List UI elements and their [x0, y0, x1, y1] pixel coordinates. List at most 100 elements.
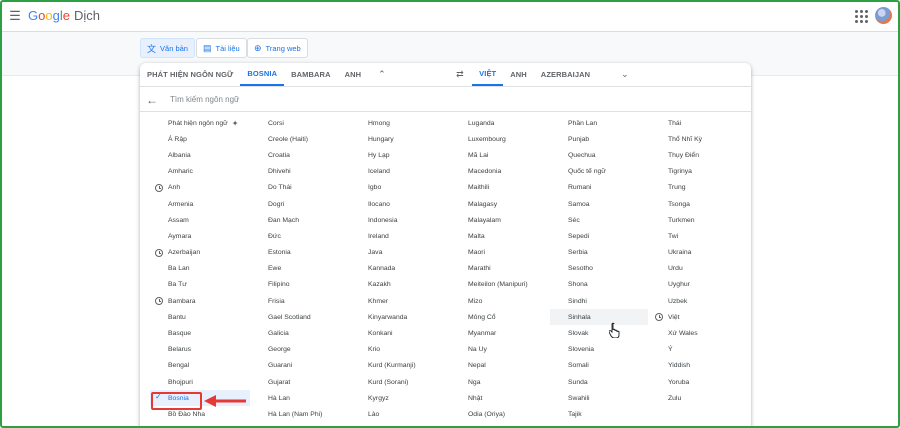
- language-option-frisia[interactable]: Frisia: [250, 293, 350, 309]
- arrow-back-icon[interactable]: ←: [140, 93, 164, 107]
- text-mode-button[interactable]: 文 Văn bản: [140, 38, 195, 58]
- language-option-ha-lan[interactable]: Hà Lan: [250, 390, 350, 406]
- language-option-uyghur[interactable]: Uyghur: [650, 277, 750, 293]
- language-option-konkani[interactable]: Konkani: [350, 325, 450, 341]
- language-option-zulu[interactable]: Zulu: [650, 390, 750, 406]
- language-option-serbia[interactable]: Serbia: [550, 245, 650, 261]
- language-option-guarani[interactable]: Guarani: [250, 358, 350, 374]
- language-option-basque[interactable]: Basque: [150, 325, 250, 341]
- language-option-ba-tu[interactable]: Ba Tư: [150, 277, 250, 293]
- language-option-malagasy[interactable]: Malagasy: [450, 196, 550, 212]
- language-option-tigrinya[interactable]: Tigrinya: [650, 164, 750, 180]
- language-option-malayalam[interactable]: Malayalam: [450, 212, 550, 228]
- app-logo[interactable]: Google Dịch: [28, 8, 100, 23]
- language-option-khmer[interactable]: Khmer: [350, 293, 450, 309]
- language-option-nepal[interactable]: Nepal: [450, 358, 550, 374]
- language-option-ba-lan[interactable]: Ba Lan: [150, 261, 250, 277]
- language-option-dogri[interactable]: Dogri: [250, 196, 350, 212]
- language-option-armenia[interactable]: Armenia: [150, 196, 250, 212]
- google-apps-icon[interactable]: [852, 7, 870, 25]
- language-option-java[interactable]: Java: [350, 245, 450, 261]
- language-option-rumani[interactable]: Rumani: [550, 180, 650, 196]
- language-option-uzbek[interactable]: Uzbek: [650, 293, 750, 309]
- tab-detect-language[interactable]: PHÁT HIỆN NGÔN NGỮ: [140, 63, 240, 86]
- language-option-do-thai[interactable]: Do Thái: [250, 180, 350, 196]
- language-option-lao[interactable]: Lào: [350, 406, 450, 422]
- tab-source-bosnia[interactable]: BOSNIA: [240, 63, 285, 86]
- swap-icon[interactable]: ⇄: [446, 63, 472, 86]
- language-option-na-uy[interactable]: Na Uy: [450, 342, 550, 358]
- language-option-azerbaijan[interactable]: Azerbaijan: [150, 245, 250, 261]
- language-option-iceland[interactable]: Iceland: [350, 164, 450, 180]
- language-option-bantu[interactable]: Bantu: [150, 309, 250, 325]
- language-option-viet[interactable]: Việt: [650, 309, 750, 325]
- language-option-luxembourg[interactable]: Luxembourg: [450, 131, 550, 147]
- language-option-dhivehi[interactable]: Dhivehi: [250, 164, 350, 180]
- language-option-ilocano[interactable]: Ilocano: [350, 196, 450, 212]
- language-option-belarus[interactable]: Belarus: [150, 342, 250, 358]
- language-option-meiteilon-manipuri[interactable]: Meiteilon (Manipuri): [450, 277, 550, 293]
- language-option-kyrgyz[interactable]: Kyrgyz: [350, 390, 450, 406]
- language-option-nhat[interactable]: Nhật: [450, 390, 550, 406]
- language-option-ireland[interactable]: Ireland: [350, 228, 450, 244]
- language-option-bengal[interactable]: Bengal: [150, 358, 250, 374]
- avatar[interactable]: [875, 7, 892, 24]
- language-option-macedonia[interactable]: Macedonia: [450, 164, 550, 180]
- language-option-galicia[interactable]: Galicia: [250, 325, 350, 341]
- language-option-slovak[interactable]: Slovak: [550, 325, 650, 341]
- language-option-phan-lan[interactable]: Phần Lan: [550, 115, 650, 131]
- language-option-samoa[interactable]: Samoa: [550, 196, 650, 212]
- language-option-sinhala[interactable]: Sinhala: [550, 309, 648, 326]
- website-mode-button[interactable]: ⊕ Trang web: [247, 38, 308, 58]
- language-option-filipino[interactable]: Filipino: [250, 277, 350, 293]
- language-option-assam[interactable]: Assam: [150, 212, 250, 228]
- tab-source-english[interactable]: ANH: [338, 63, 369, 86]
- language-option-krio[interactable]: Krio: [350, 342, 450, 358]
- language-option-ewe[interactable]: Ewe: [250, 261, 350, 277]
- language-option-kurd-sorani[interactable]: Kurd (Sorani): [350, 374, 450, 390]
- language-option-phat-hien-ngon-ngu[interactable]: Phát hiện ngôn ngữ ✦: [150, 115, 250, 131]
- language-option-myanmar[interactable]: Myanmar: [450, 325, 550, 341]
- language-option-igbo[interactable]: Igbo: [350, 180, 450, 196]
- language-option-ukraina[interactable]: Ukraina: [650, 245, 750, 261]
- language-option-corsi[interactable]: Corsi: [250, 115, 350, 131]
- language-option-turkmen[interactable]: Turkmen: [650, 212, 750, 228]
- language-search-input[interactable]: [170, 95, 570, 104]
- language-option-trung[interactable]: Trung: [650, 180, 750, 196]
- language-option-anh[interactable]: Anh: [150, 180, 250, 196]
- language-option-thuy-dien[interactable]: Thụy Điển: [650, 147, 750, 163]
- language-option-yoruba[interactable]: Yoruba: [650, 374, 750, 390]
- language-option-dan-mach[interactable]: Đan Mạch: [250, 212, 350, 228]
- language-option-malta[interactable]: Malta: [450, 228, 550, 244]
- language-option-a-rap[interactable]: Á Rập: [150, 131, 250, 147]
- chevron-up-icon[interactable]: ⌃: [368, 63, 418, 86]
- tab-source-bambara[interactable]: BAMBARA: [284, 63, 337, 86]
- language-option-odia-oriya[interactable]: Odia (Oriya): [450, 406, 550, 422]
- hamburger-menu-icon[interactable]: ☰: [4, 5, 26, 27]
- language-option-shona[interactable]: Shona: [550, 277, 650, 293]
- language-option-thai[interactable]: Thái: [650, 115, 750, 131]
- language-option-tajik[interactable]: Tajik: [550, 406, 650, 422]
- tab-target-azerbaijani[interactable]: AZERBAIJAN: [534, 63, 597, 86]
- language-option-urdu[interactable]: Urdu: [650, 261, 750, 277]
- language-option-marathi[interactable]: Marathi: [450, 261, 550, 277]
- tab-target-vietnamese[interactable]: VIỆT: [472, 63, 504, 86]
- language-option-ma-lai[interactable]: Mã Lai: [450, 147, 550, 163]
- language-option-slovenia[interactable]: Slovenia: [550, 342, 650, 358]
- language-option-tsonga[interactable]: Tsonga: [650, 196, 750, 212]
- language-option-yiddish[interactable]: Yiddish: [650, 358, 750, 374]
- language-option-sepedi[interactable]: Sepedi: [550, 228, 650, 244]
- language-option-gael-scotland[interactable]: Gael Scotland: [250, 309, 350, 325]
- chevron-down-icon[interactable]: ⌄: [611, 63, 639, 86]
- language-option-albania[interactable]: Albania: [150, 147, 250, 163]
- language-option-luganda[interactable]: Luganda: [450, 115, 550, 131]
- language-option-quoc-te-ngu[interactable]: Quốc tế ngữ: [550, 164, 650, 180]
- language-option-maithili[interactable]: Maithili: [450, 180, 550, 196]
- language-option-nga[interactable]: Nga: [450, 374, 550, 390]
- language-option-amharic[interactable]: Amharic: [150, 164, 250, 180]
- language-option-creole-haiti[interactable]: Creole (Haiti): [250, 131, 350, 147]
- language-option-somali[interactable]: Somali: [550, 358, 650, 374]
- language-option-quechua[interactable]: Quechua: [550, 147, 650, 163]
- language-option-george[interactable]: George: [250, 342, 350, 358]
- document-mode-button[interactable]: ▤ Tài liệu: [196, 38, 247, 58]
